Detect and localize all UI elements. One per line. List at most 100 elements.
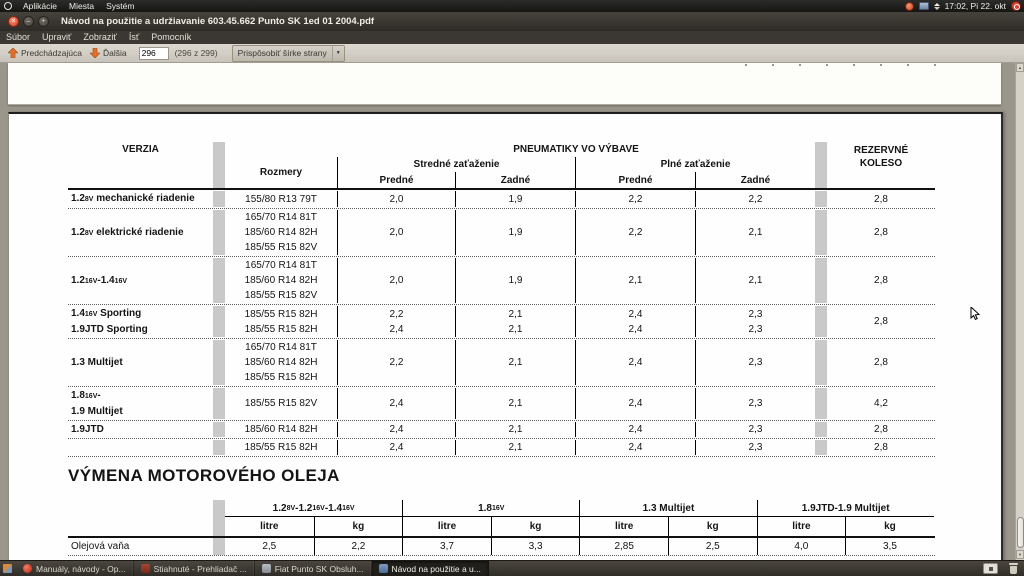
tire-table-row: 1.416V Sporting1.9JTD Sporting185/55 R15… <box>68 305 935 339</box>
pressure-cell: 1,9 <box>455 191 575 207</box>
vertical-scrollbar[interactable]: ▲ ▼ <box>1015 63 1024 560</box>
distro-logo-icon[interactable] <box>4 2 12 10</box>
menu-zobrazit[interactable]: Zobraziť <box>77 31 122 44</box>
pressure-cell: 2,42,4 <box>575 306 695 337</box>
unit-litre-header: litre <box>402 516 491 536</box>
pdf-page: VERZIA PNEUMATIKY VO VÝBAVE REZERVNÉ KOL… <box>8 112 1003 560</box>
oil-value-cell: 2,85 <box>579 538 668 555</box>
traffic-arrows-icon[interactable] <box>934 3 940 10</box>
spare-wheel-header: REZERVNÉ KOLESO <box>827 142 935 172</box>
unit-kg-header: kg <box>491 516 580 536</box>
tire-table-header: VERZIA PNEUMATIKY VO VÝBAVE REZERVNÉ KOL… <box>68 142 935 190</box>
pressure-cell: 2,1 <box>455 422 575 437</box>
close-icon[interactable]: × <box>8 16 19 27</box>
pressure-cell: 2,3 <box>695 340 815 385</box>
scroll-down-icon[interactable]: ▼ <box>1016 550 1024 559</box>
version-cell: 1.216V-1.416V <box>68 258 213 303</box>
medium-load-header: Stredné zaťaženie <box>337 157 575 172</box>
version-cell: 1.816V-1.9 Multijet <box>68 388 213 419</box>
front-header: Predné <box>575 172 695 188</box>
menu-subor[interactable]: Súbor <box>0 31 36 44</box>
menu-upravit[interactable]: Upraviť <box>36 31 77 44</box>
update-notifier-icon[interactable] <box>905 2 914 11</box>
pressure-cell: 2,3 <box>695 422 815 437</box>
menu-bar: SúborUpraviťZobraziťÍsťPomocník <box>0 31 1024 44</box>
sizes-cell: 155/80 R13 79T <box>225 191 337 207</box>
taskbar-items: Manuály, návody - Op... Stiahnuté - Prehl… <box>16 561 489 576</box>
top-menu-miesta[interactable]: Miesta <box>63 0 100 12</box>
separator-band <box>815 142 827 188</box>
pressure-cell: 2,4 <box>337 388 455 419</box>
separator-band <box>213 258 225 303</box>
pressure-cell: 1,9 <box>455 258 575 303</box>
zoom-mode-select[interactable]: Prispôsobiť šírke strany ▼ <box>232 45 345 62</box>
pressure-cell: 2,1 <box>455 340 575 385</box>
taskbar-item[interactable]: Návod na použitie a u... <box>372 561 489 576</box>
tire-table-row: 1.9JTD185/60 R14 82H2,42,12,42,32,8 <box>68 421 935 439</box>
top-menu-system[interactable]: Systém <box>100 0 140 12</box>
sizes-cell: 165/70 R14 81T185/60 R14 82H185/55 R15 8… <box>225 210 337 255</box>
tire-table-row: 1.216V-1.416V165/70 R14 81T185/60 R14 82… <box>68 257 935 305</box>
version-cell: 1.28V mechanické riadenie <box>68 191 213 207</box>
pressure-cell: 2,0 <box>337 191 455 207</box>
taskbar-item[interactable]: Manuály, návody - Op... <box>16 561 134 576</box>
oil-table-body: Olejová vaňa2,52,23,73,32,852,54,03,5 <box>68 536 935 556</box>
pressure-cell: 2,1 <box>455 388 575 419</box>
scrollbar-thumb[interactable] <box>1017 517 1024 548</box>
desktop-screen: AplikácieMiestaSystém 17:02, Pi 22. okt … <box>0 0 1024 576</box>
separator-band <box>213 538 225 555</box>
minimize-icon[interactable]: – <box>23 16 34 27</box>
version-cell: 1.3 Multijet <box>68 340 213 385</box>
separator-band <box>213 422 225 437</box>
pressure-cell: 2,12,1 <box>455 306 575 337</box>
separator-band <box>213 210 225 255</box>
taskbar-item-label: Stiahnuté - Prehliadač ... <box>154 564 247 574</box>
up-arrow-icon <box>8 48 18 58</box>
pressure-cell: 2,2 <box>337 340 455 385</box>
taskbar-item[interactable]: Fiat Punto SK Obsluh... <box>255 561 372 576</box>
verzia-header: VERZIA <box>68 142 213 157</box>
oil-label-spacer <box>68 516 213 536</box>
menu-pomocnik[interactable]: Pomocník <box>145 31 197 44</box>
menu-ist[interactable]: Ísť <box>123 31 145 44</box>
opera-icon <box>23 564 32 573</box>
next-page-button[interactable]: Ďalšia <box>90 48 127 58</box>
page-number-input[interactable] <box>139 47 169 60</box>
separator-band <box>213 340 225 385</box>
down-arrow-icon <box>90 48 100 58</box>
version-cell: 1.416V Sporting1.9JTD Sporting <box>68 306 213 337</box>
clock[interactable]: 17:02, Pi 22. okt <box>945 1 1006 11</box>
tire-table-body: 1.28V mechanické riadenie155/80 R13 79T2… <box>68 190 935 457</box>
workspace-switcher[interactable] <box>983 563 998 574</box>
scroll-up-icon[interactable]: ▲ <box>1016 63 1024 72</box>
show-desktop-icon[interactable] <box>3 564 12 573</box>
spare-wheel-cell: 2,8 <box>827 210 935 255</box>
tire-table-row: 1.28V elektrické riadenie165/70 R14 81T1… <box>68 209 935 257</box>
page-footer-remnant <box>745 64 945 66</box>
unit-kg-header: kg <box>314 516 403 536</box>
document-viewer: VERZIA PNEUMATIKY VO VÝBAVE REZERVNÉ KOL… <box>0 63 1024 560</box>
tire-table-row: 1.3 Multijet165/70 R14 81T185/60 R14 82H… <box>68 339 935 387</box>
top-menu-aplikacie[interactable]: Aplikácie <box>17 0 63 12</box>
maximize-icon[interactable]: + <box>38 16 49 27</box>
oil-value-cell: 3,7 <box>402 538 491 555</box>
taskbar-item[interactable]: Stiahnuté - Prehliadač ... <box>134 561 255 576</box>
oil-group-header: 1.9JTD-1.9 Multijet <box>757 500 934 516</box>
tire-pressure-table: VERZIA PNEUMATIKY VO VÝBAVE REZERVNÉ KOL… <box>68 142 935 457</box>
chevron-down-icon: ▼ <box>332 46 344 61</box>
trash-icon[interactable] <box>1008 563 1018 575</box>
pressure-cell: 2,22,4 <box>337 306 455 337</box>
previous-page-bottom <box>8 63 1001 105</box>
oil-value-cell: 2,2 <box>314 538 403 555</box>
separator-band <box>815 210 827 255</box>
network-icon[interactable] <box>919 2 929 10</box>
image-viewer-icon <box>262 564 271 573</box>
pressure-cell: 2,2 <box>695 191 815 207</box>
window-titlebar[interactable]: × – + Návod na použitie a udržiavanie 60… <box>0 12 1024 31</box>
front-header: Predné <box>337 172 455 188</box>
oil-value-cell: 2,5 <box>668 538 757 555</box>
tire-table-row: 1.816V-1.9 Multijet185/55 R15 82V2,42,12… <box>68 387 935 421</box>
spare-wheel-cell: 2,8 <box>827 440 935 455</box>
power-icon[interactable] <box>1011 1 1021 11</box>
previous-page-button[interactable]: Predchádzajúca <box>8 48 82 58</box>
